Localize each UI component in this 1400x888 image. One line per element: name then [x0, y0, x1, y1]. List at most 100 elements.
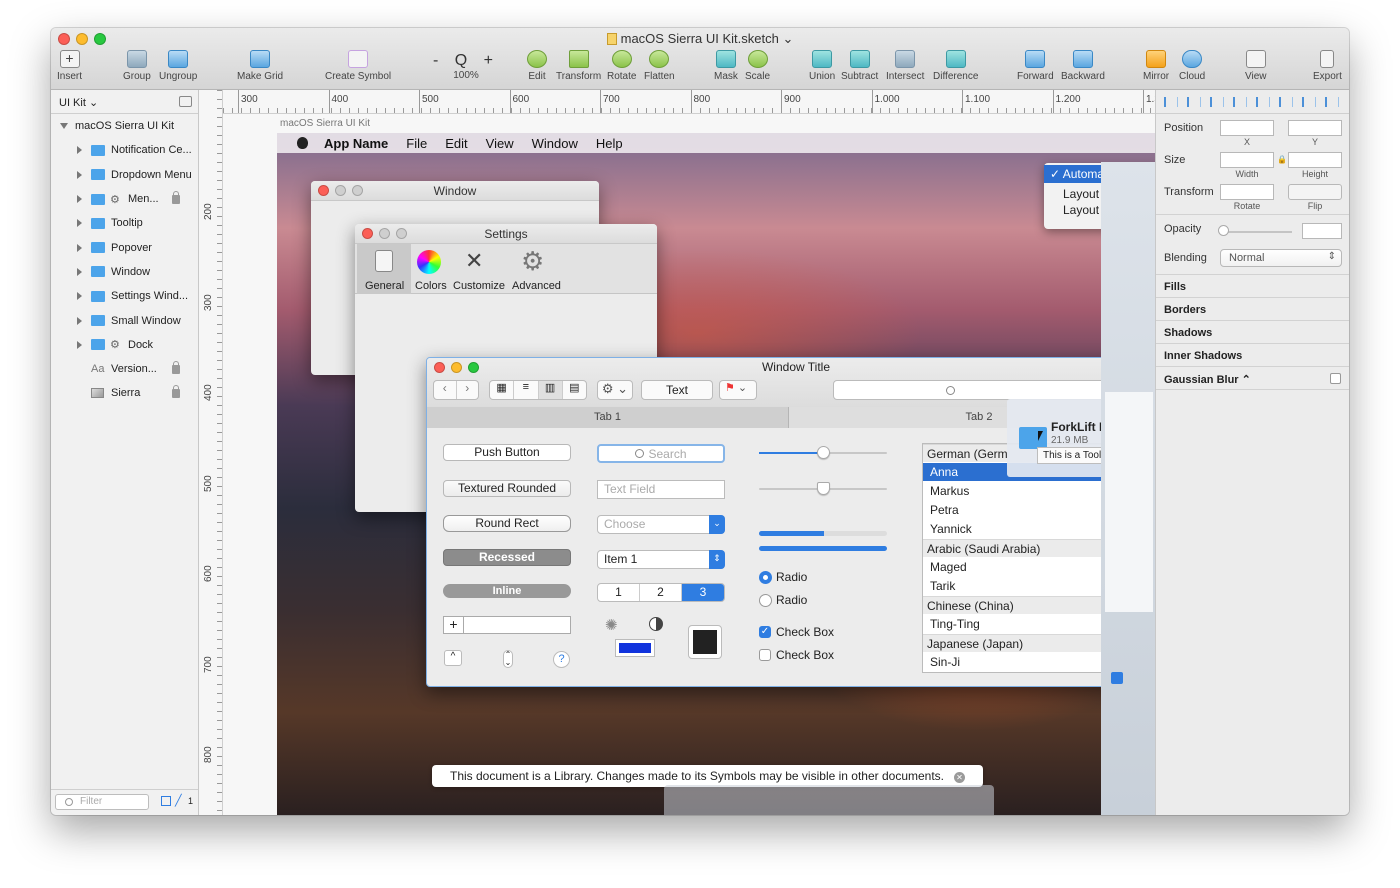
symbol-gear-icon: ⚙	[110, 193, 120, 206]
toggle-pages-icon[interactable]	[179, 96, 192, 107]
gaussian-blur-checkbox[interactable]	[1330, 373, 1341, 384]
scale-button[interactable]: Scale	[745, 50, 770, 82]
close-banner-icon[interactable]: ✕	[954, 772, 966, 783]
align-top-icon[interactable]	[1279, 96, 1293, 107]
horizontal-ruler[interactable]: 300 400 500 600 700 800 900 1.000 1.100 1.200 1.3	[223, 90, 1155, 114]
distribute-vertical-icon[interactable]	[1187, 96, 1201, 107]
edit-filter-icon[interactable]: ╱	[175, 794, 182, 807]
horizontal-slider	[759, 446, 887, 459]
align-center-icon[interactable]	[1233, 96, 1247, 107]
rotate-field[interactable]	[1220, 184, 1274, 200]
layer-item[interactable]: ⚙ Dock	[51, 333, 198, 357]
plus-icon: +	[59, 50, 80, 68]
fills-section[interactable]: Fills	[1156, 274, 1349, 297]
position-y-field[interactable]	[1288, 120, 1342, 136]
disclosure-closed-icon[interactable]	[77, 146, 82, 155]
layer-item[interactable]: Popover	[51, 235, 198, 259]
layer-item[interactable]: Small Window	[51, 308, 198, 332]
distribute-horizontal-icon[interactable]	[1164, 96, 1178, 107]
subtract-button[interactable]: Subtract	[841, 50, 878, 82]
width-field[interactable]	[1220, 152, 1274, 168]
layer-item[interactable]: ⚙ Men...	[51, 187, 198, 211]
disclosure-closed-icon[interactable]	[77, 340, 82, 349]
ruler-tick-label: 800	[203, 746, 214, 763]
disclosure-closed-icon[interactable]	[77, 292, 82, 301]
opacity-slider[interactable]	[1222, 231, 1292, 233]
layer-item[interactable]: Settings Wind...	[51, 284, 198, 308]
blending-select[interactable]: Normal ⇕	[1220, 249, 1342, 267]
forward-button[interactable]: Forward	[1017, 50, 1054, 82]
document-title[interactable]: macOS Sierra UI Kit.sketch ⌄	[51, 31, 1349, 47]
align-middle-icon[interactable]	[1302, 96, 1316, 107]
disclosure-closed-icon[interactable]	[77, 219, 82, 228]
disclosure-closed-icon[interactable]	[77, 195, 82, 204]
insert-button[interactable]: + Insert	[57, 50, 82, 82]
shadows-section[interactable]: Shadows	[1156, 320, 1349, 343]
lock-icon[interactable]	[172, 384, 180, 398]
flatten-button[interactable]: Flatten	[644, 50, 675, 82]
disclosure-closed-icon[interactable]	[77, 243, 82, 252]
align-left-icon[interactable]	[1210, 96, 1224, 107]
export-button[interactable]: Export	[1313, 50, 1342, 82]
layer-item[interactable]: Dropdown Menu	[51, 163, 198, 187]
layer-root[interactable]: macOS Sierra UI Kit	[51, 114, 198, 138]
zoom-control[interactable]: - Q + 100%	[433, 52, 499, 81]
page-selector[interactable]: UI Kit ⌄	[51, 90, 198, 114]
disclosure-closed-icon[interactable]	[77, 170, 82, 179]
borders-section[interactable]: Borders	[1156, 297, 1349, 320]
difference-button[interactable]: Difference	[933, 50, 978, 82]
disclosure-open-icon[interactable]	[60, 123, 68, 130]
inner-shadows-section[interactable]: Inner Shadows	[1156, 343, 1349, 366]
layer-item[interactable]: Tooltip	[51, 211, 198, 235]
lock-icon[interactable]	[172, 190, 180, 204]
settings-tab-customize: Customize	[453, 280, 505, 292]
layer-item[interactable]: Aa Version...	[51, 357, 198, 381]
notification-app-icon	[1111, 672, 1123, 684]
small-window-zoom	[352, 185, 363, 196]
disclosure-closed-icon[interactable]	[77, 316, 82, 325]
lock-icon[interactable]	[172, 360, 180, 374]
cloud-button[interactable]: Cloud	[1179, 50, 1205, 82]
backward-button[interactable]: Backward	[1061, 50, 1105, 82]
flip-buttons[interactable]	[1288, 184, 1342, 200]
intersect-button[interactable]: Intersect	[886, 50, 924, 82]
disclosure-closed-icon[interactable]	[77, 267, 82, 276]
artboard-sierra[interactable]: App Name File Edit View Window Help Wind…	[277, 133, 1155, 815]
symbols-filter-icon[interactable]	[161, 796, 171, 806]
flatten-icon	[649, 50, 670, 68]
opacity-field[interactable]	[1302, 223, 1342, 239]
transform-button[interactable]: Transform	[556, 50, 601, 82]
group-button[interactable]: Group	[123, 50, 151, 82]
ruler-tick-label: 1.100	[961, 90, 991, 113]
layer-list: Notification Ce... Dropdown Menu ⚙ Men... To…	[51, 138, 198, 405]
mirror-button[interactable]: Mirror	[1143, 50, 1169, 82]
align-right-icon[interactable]	[1256, 96, 1270, 107]
opacity-slider-knob[interactable]	[1218, 225, 1229, 236]
layer-item[interactable]: Notification Ce...	[51, 138, 198, 162]
union-button[interactable]: Union	[809, 50, 835, 82]
ungroup-button[interactable]: Ungroup	[159, 50, 197, 82]
rotate-button[interactable]: Rotate	[607, 50, 636, 82]
align-bottom-icon[interactable]	[1325, 96, 1339, 107]
layer-item[interactable]: Sierra	[51, 381, 198, 405]
ruler-tick-label: 1.000	[871, 90, 900, 113]
canvas[interactable]: macOS Sierra UI Kit App Name File Edit V…	[223, 114, 1155, 815]
gaussian-blur-section[interactable]: Gaussian Blur ⌃	[1156, 366, 1349, 389]
ruler-tick-label: 400	[203, 384, 214, 401]
view-button[interactable]: View	[1245, 50, 1267, 82]
lock-ratio-icon[interactable]: 🔒	[1277, 155, 1287, 164]
vertical-ruler[interactable]: 200 300 400 500 600 700 800	[199, 90, 223, 815]
layer-item[interactable]: Window	[51, 260, 198, 284]
height-field[interactable]	[1288, 152, 1342, 168]
position-x-field[interactable]	[1220, 120, 1274, 136]
blending-row: Blending Normal ⇕	[1156, 246, 1349, 274]
make-grid-button[interactable]: Make Grid	[237, 50, 283, 82]
edit-button[interactable]: Edit	[527, 50, 547, 82]
artboard-label[interactable]: macOS Sierra UI Kit	[280, 118, 370, 129]
zoom-controls[interactable]: - Q +	[433, 52, 499, 69]
filter-input[interactable]: Filter	[55, 794, 149, 810]
settings-close	[362, 228, 373, 239]
create-symbol-button[interactable]: Create Symbol	[325, 50, 391, 82]
ruler-tick-label: 700	[203, 655, 214, 673]
mask-button[interactable]: Mask	[714, 50, 738, 82]
